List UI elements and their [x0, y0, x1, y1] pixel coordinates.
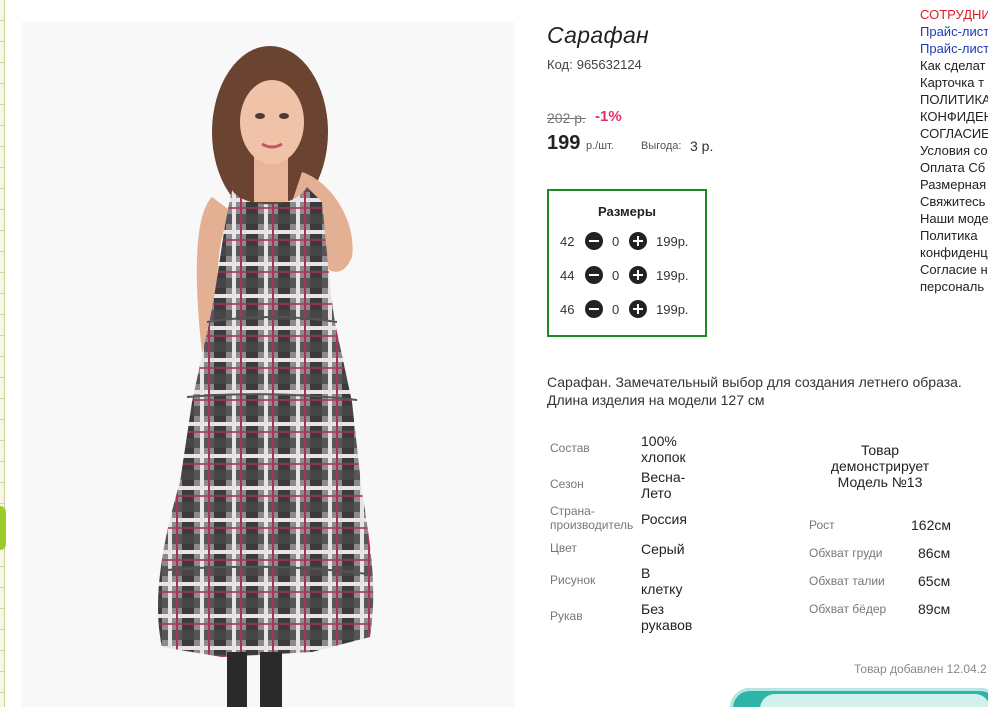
model-param-label: Обхват груди: [809, 546, 883, 560]
plus-icon[interactable]: [629, 266, 647, 284]
model-param-label: Рост: [809, 518, 835, 532]
model-param-value: 86см: [918, 545, 951, 561]
size-label: 46: [560, 302, 575, 317]
add-to-cart-button-inner[interactable]: [760, 694, 988, 707]
product-description: Сарафан. Замечательный выбор для создани…: [547, 373, 977, 409]
sidebar-link[interactable]: Политика: [920, 227, 988, 244]
sidebar-link[interactable]: персональ: [920, 278, 988, 295]
description-line: Сарафан. Замечательный выбор для создани…: [547, 374, 962, 390]
size-row: 44 0 199р.: [549, 266, 705, 286]
spec-label-line: производитель: [550, 518, 634, 532]
size-row: 42 0 199р.: [549, 232, 705, 252]
model-heading-line: демонстрирует: [830, 458, 930, 474]
sidebar-link[interactable]: Наши моде: [920, 210, 988, 227]
sidebar-link[interactable]: КОНФИДЕН: [920, 108, 988, 125]
model-param-label: Обхват талии: [809, 574, 885, 588]
product-code: Код: 965632124: [547, 57, 642, 72]
discount-badge: -1%: [595, 108, 622, 125]
model-param-value: 89см: [918, 601, 951, 617]
sizes-title: Размеры: [598, 204, 656, 219]
size-price: 199р.: [656, 268, 689, 283]
spec-value: Без рукавов: [641, 601, 692, 633]
spec-label: Состав: [550, 441, 590, 455]
size-price: 199р.: [656, 302, 689, 317]
sidebar-link[interactable]: Согласие н: [920, 261, 988, 278]
sidebar-link[interactable]: Размерная: [920, 176, 988, 193]
minus-icon[interactable]: [585, 232, 603, 250]
spec-value-line: хлопок: [641, 449, 686, 465]
sidebar-link[interactable]: Прайс-лист: [920, 40, 988, 57]
spec-value-line: Без: [641, 601, 665, 617]
sidebar-link[interactable]: Карточка т: [920, 74, 988, 91]
product-title: Сарафан: [547, 22, 650, 48]
sidebar-link[interactable]: Оплата Сб: [920, 159, 988, 176]
spec-value-line: 100%: [641, 433, 677, 449]
page-ruler: [0, 0, 5, 707]
size-label: 44: [560, 268, 575, 283]
spec-label-line: Страна-: [550, 504, 595, 518]
saving-label: Выгода:: [641, 140, 682, 152]
side-tab[interactable]: [0, 506, 6, 550]
sidebar-link[interactable]: СОТРУДНИ: [920, 6, 988, 23]
product-code-label: Код:: [547, 57, 573, 72]
spec-value: В клетку: [641, 565, 682, 597]
sidebar-link[interactable]: Как сделат: [920, 57, 988, 74]
sidebar-link[interactable]: СОГЛАСИЕ: [920, 125, 988, 142]
spec-value-line: В: [641, 565, 651, 581]
plus-icon[interactable]: [629, 300, 647, 318]
quantity-value: 0: [612, 268, 620, 283]
minus-icon[interactable]: [585, 266, 603, 284]
spec-value: 100% хлопок: [641, 433, 686, 465]
model-param-value: 162см: [911, 517, 951, 533]
spec-value-line: Лето: [641, 485, 672, 501]
spec-value-line: Весна-: [641, 469, 686, 485]
spec-label: Цвет: [550, 541, 577, 555]
model-heading: Товар демонстрирует Модель №13: [815, 442, 945, 490]
saving-value: 3 р.: [690, 138, 714, 154]
spec-value: Весна- Лето: [641, 469, 685, 501]
description-line: Длина изделия на модели 127 см: [547, 392, 765, 408]
sidebar-link[interactable]: Свяжитесь: [920, 193, 988, 210]
price-unit: р./шт.: [586, 140, 614, 152]
product-code-value: 965632124: [576, 57, 642, 72]
plus-icon[interactable]: [629, 232, 647, 250]
spec-label: Рисунок: [550, 573, 596, 587]
model-param-value: 65см: [918, 573, 951, 589]
sidebar-link[interactable]: ПОЛИТИКА: [920, 91, 988, 108]
right-sidebar-links: СОТРУДНИ Прайс-лист Прайс-лист Как сдела…: [920, 6, 988, 295]
current-price: 199: [547, 132, 581, 154]
sizes-box: Размеры 42 0 199р. 44 0 199р. 46 0 199р.: [547, 189, 707, 337]
spec-label: Рукав: [550, 609, 583, 623]
spec-label: Страна- производитель: [550, 504, 633, 532]
size-row: 46 0 199р.: [549, 300, 705, 320]
size-price: 199р.: [656, 234, 689, 249]
quantity-value: 0: [612, 234, 620, 249]
spec-value: Серый: [641, 541, 685, 557]
sidebar-link[interactable]: Условия со: [920, 142, 988, 159]
spec-value-line: клетку: [641, 581, 683, 597]
sidebar-link[interactable]: Прайс-лист: [920, 23, 988, 40]
model-param-label: Обхват бёдер: [809, 602, 887, 616]
old-price: 202 р.: [547, 110, 586, 126]
model-heading-line: Модель №13: [837, 474, 923, 490]
minus-icon[interactable]: [585, 300, 603, 318]
spec-value: Россия: [641, 511, 687, 527]
size-label: 42: [560, 234, 575, 249]
sidebar-link[interactable]: конфиденц: [920, 244, 988, 261]
model-heading-line: Товар: [860, 442, 900, 458]
product-photo[interactable]: [22, 22, 514, 707]
spec-label: Сезон: [550, 477, 584, 491]
quantity-value: 0: [612, 302, 620, 317]
added-date: Товар добавлен 12.04.2: [854, 662, 987, 676]
spec-value-line: рукавов: [641, 617, 693, 633]
